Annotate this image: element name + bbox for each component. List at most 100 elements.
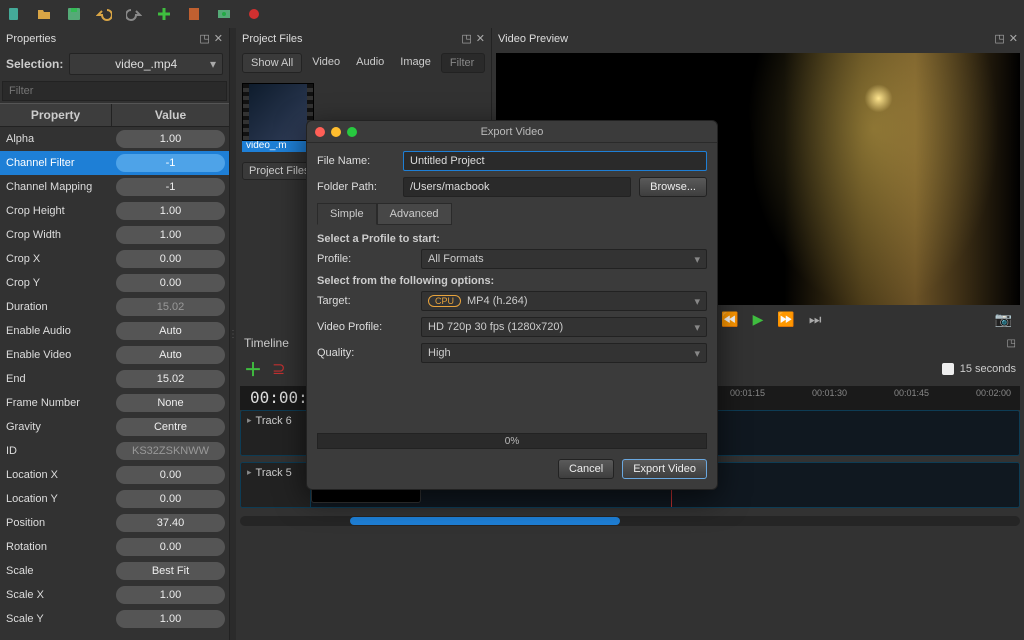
property-row[interactable]: Enable VideoAuto bbox=[0, 343, 229, 367]
property-row[interactable]: Duration15.02 bbox=[0, 295, 229, 319]
property-row[interactable]: Channel Filter-1 bbox=[0, 151, 229, 175]
target-dropdown[interactable]: CPUMP4 (h.264) bbox=[421, 291, 707, 311]
property-row[interactable]: End15.02 bbox=[0, 367, 229, 391]
file-new-icon[interactable] bbox=[6, 6, 22, 22]
property-row[interactable]: IDKS32ZSKNWW bbox=[0, 439, 229, 463]
pf-tab-video[interactable]: Video bbox=[306, 53, 346, 73]
property-value[interactable]: 0.00 bbox=[116, 490, 225, 508]
close-icon[interactable]: ✕ bbox=[476, 32, 485, 45]
property-filter-input[interactable] bbox=[2, 81, 227, 101]
close-icon[interactable]: ✕ bbox=[214, 32, 223, 45]
property-row[interactable]: Crop Height1.00 bbox=[0, 199, 229, 223]
property-row[interactable]: Location X0.00 bbox=[0, 463, 229, 487]
property-value[interactable]: Auto bbox=[116, 322, 225, 340]
close-icon[interactable]: ✕ bbox=[1009, 32, 1018, 45]
property-value[interactable]: KS32ZSKNWW bbox=[116, 442, 225, 460]
window-zoom-icon[interactable] bbox=[347, 127, 357, 137]
pf-tab-image[interactable]: Image bbox=[394, 53, 437, 73]
property-row[interactable]: Position37.40 bbox=[0, 511, 229, 535]
zoom-checkbox[interactable] bbox=[942, 363, 954, 375]
property-value[interactable]: 15.02 bbox=[116, 370, 225, 388]
property-value[interactable]: 0.00 bbox=[116, 274, 225, 292]
rewind-icon[interactable]: ⏪ bbox=[721, 311, 738, 328]
property-value[interactable]: Auto bbox=[116, 346, 225, 364]
file-name-input[interactable] bbox=[403, 151, 707, 171]
property-name: Scale X bbox=[0, 589, 112, 601]
file-save-icon[interactable] bbox=[66, 6, 82, 22]
target-label: Target: bbox=[317, 295, 413, 307]
file-name-label: File Name: bbox=[317, 155, 395, 167]
redo-icon[interactable] bbox=[126, 6, 142, 22]
property-value[interactable]: Centre bbox=[116, 418, 225, 436]
property-value[interactable]: 1.00 bbox=[116, 586, 225, 604]
detach-icon[interactable]: ◳ bbox=[1007, 338, 1016, 349]
cancel-button[interactable]: Cancel bbox=[558, 459, 614, 479]
property-row[interactable]: GravityCentre bbox=[0, 415, 229, 439]
property-row[interactable]: Crop X0.00 bbox=[0, 247, 229, 271]
detach-icon[interactable]: ◳ bbox=[461, 32, 471, 45]
add-track-icon[interactable]: ＋ bbox=[244, 356, 262, 382]
property-value[interactable]: 1.00 bbox=[116, 130, 225, 148]
property-value[interactable]: 1.00 bbox=[116, 202, 225, 220]
property-row[interactable]: Crop Y0.00 bbox=[0, 271, 229, 295]
export-icon[interactable] bbox=[216, 6, 232, 22]
property-value[interactable]: 37.40 bbox=[116, 514, 225, 532]
property-row[interactable]: Alpha1.00 bbox=[0, 127, 229, 151]
property-name: Location Y bbox=[0, 493, 112, 505]
fast-forward-icon[interactable]: ⏩ bbox=[777, 311, 794, 328]
export-video-button[interactable]: Export Video bbox=[622, 459, 707, 479]
property-value[interactable]: 1.00 bbox=[116, 226, 225, 244]
property-value[interactable]: 0.00 bbox=[116, 538, 225, 556]
property-row[interactable]: Location Y 0.00 bbox=[0, 487, 229, 511]
window-close-icon[interactable] bbox=[315, 127, 325, 137]
scrollbar-thumb[interactable] bbox=[350, 517, 620, 525]
pf-tab-showall[interactable]: Show All bbox=[242, 53, 302, 73]
property-row[interactable]: Frame Number None bbox=[0, 391, 229, 415]
property-row[interactable]: Crop Width1.00 bbox=[0, 223, 229, 247]
detach-icon[interactable]: ◳ bbox=[199, 32, 209, 45]
profile-dropdown[interactable]: All Formats bbox=[421, 249, 707, 269]
property-value[interactable]: Best Fit bbox=[116, 562, 225, 580]
property-value[interactable]: -1 bbox=[116, 178, 225, 196]
snap-icon[interactable]: ⊇ bbox=[272, 359, 285, 379]
property-value[interactable]: 0.00 bbox=[116, 466, 225, 484]
dialog-titlebar[interactable]: Export Video bbox=[307, 121, 717, 143]
property-value[interactable]: None bbox=[116, 394, 225, 412]
play-icon[interactable]: ▶ bbox=[753, 311, 764, 328]
snapshot-icon[interactable]: 📷 bbox=[995, 311, 1012, 328]
property-name: Frame Number bbox=[0, 397, 112, 409]
undo-icon[interactable] bbox=[96, 6, 112, 22]
folder-path-input[interactable] bbox=[403, 177, 631, 197]
property-row[interactable]: Channel Mapping-1 bbox=[0, 175, 229, 199]
add-icon[interactable] bbox=[156, 6, 172, 22]
clip-thumbnail[interactable] bbox=[242, 83, 314, 141]
property-row[interactable]: Scale Y1.00 bbox=[0, 607, 229, 631]
property-row[interactable]: ScaleBest Fit bbox=[0, 559, 229, 583]
property-row[interactable]: Enable AudioAuto bbox=[0, 319, 229, 343]
track-label[interactable]: Track 6 bbox=[241, 411, 311, 455]
tab-simple[interactable]: Simple bbox=[317, 203, 377, 225]
pf-filter-input[interactable]: Filter bbox=[441, 53, 485, 73]
property-value[interactable]: 15.02 bbox=[116, 298, 225, 316]
track-label[interactable]: Track 5 bbox=[241, 463, 311, 507]
property-value[interactable]: 0.00 bbox=[116, 250, 225, 268]
property-row[interactable]: Scale X 1.00 bbox=[0, 583, 229, 607]
marker-icon[interactable] bbox=[186, 6, 202, 22]
property-value[interactable]: -1 bbox=[116, 154, 225, 172]
pf-tab-audio[interactable]: Audio bbox=[350, 53, 390, 73]
browse-button[interactable]: Browse... bbox=[639, 177, 707, 197]
selection-dropdown[interactable]: video_.mp4 bbox=[69, 53, 223, 75]
tab-advanced[interactable]: Advanced bbox=[377, 203, 452, 225]
file-open-icon[interactable] bbox=[36, 6, 52, 22]
video-profile-dropdown[interactable]: HD 720p 30 fps (1280x720) bbox=[421, 317, 707, 337]
record-icon[interactable] bbox=[246, 6, 262, 22]
export-progress-bar: 0% bbox=[317, 433, 707, 449]
property-value[interactable]: 1.00 bbox=[116, 610, 225, 628]
cpu-badge: CPU bbox=[428, 295, 461, 307]
timeline-scrollbar[interactable] bbox=[240, 516, 1020, 526]
jump-end-icon[interactable]: ⏭ bbox=[809, 311, 822, 328]
detach-icon[interactable]: ◳ bbox=[994, 32, 1004, 45]
quality-dropdown[interactable]: High bbox=[421, 343, 707, 363]
property-row[interactable]: Rotation0.00 bbox=[0, 535, 229, 559]
window-minimize-icon[interactable] bbox=[331, 127, 341, 137]
